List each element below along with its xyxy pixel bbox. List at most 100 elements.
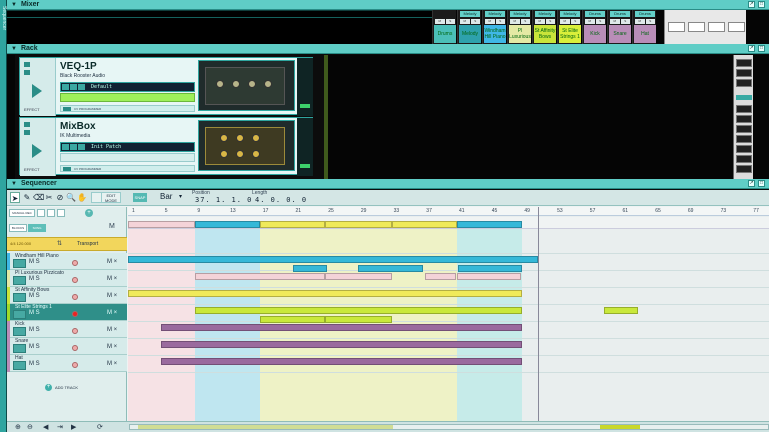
knob-icon[interactable] xyxy=(264,80,272,88)
note-clip[interactable] xyxy=(260,316,325,323)
track-header[interactable]: Windham Hill Piano M SM × xyxy=(7,253,127,270)
mixer-channel-strip[interactable]: Drums M S Snare xyxy=(607,10,631,44)
magnify-tool-icon[interactable]: 🔍 xyxy=(66,192,76,203)
note-clip[interactable] xyxy=(128,290,522,297)
cv-programmer[interactable]: CV PROGRAMMER xyxy=(60,165,195,172)
rack-navigator[interactable] xyxy=(733,55,753,179)
master-button[interactable] xyxy=(668,22,685,32)
note-clip[interactable] xyxy=(128,221,195,228)
record-enable-button[interactable] xyxy=(72,260,78,266)
master-button[interactable] xyxy=(688,22,705,32)
razor-tool-icon[interactable]: ✂ xyxy=(44,192,54,203)
mixer-channel-strip[interactable]: Drums M S Kick xyxy=(582,10,606,44)
note-clip[interactable] xyxy=(195,307,522,314)
knob-icon[interactable] xyxy=(236,150,244,158)
note-clip[interactable] xyxy=(161,324,522,331)
mute-button[interactable]: M xyxy=(560,19,570,24)
preset-next-icon[interactable] xyxy=(70,144,77,150)
device-parameter-bar[interactable] xyxy=(60,153,195,162)
track-lane-mute[interactable]: M × xyxy=(107,259,117,265)
mute-button[interactable]: M xyxy=(460,19,470,24)
note-clip[interactable] xyxy=(161,358,522,365)
track-lane-mute[interactable]: M × xyxy=(107,276,117,282)
eraser-tool-icon[interactable]: ⌫ xyxy=(33,192,44,203)
master-button[interactable] xyxy=(708,22,725,32)
loop-icon[interactable]: ⟳ xyxy=(97,423,103,431)
select-tool-icon[interactable]: ➤ xyxy=(10,192,20,203)
track-mute-solo[interactable]: M S xyxy=(29,276,40,282)
note-clip[interactable] xyxy=(161,341,522,348)
note-clip[interactable] xyxy=(195,221,260,228)
solo-button[interactable]: S xyxy=(595,19,605,24)
preset-prev-icon[interactable] xyxy=(62,84,69,90)
track-mute-solo[interactable]: M S xyxy=(29,344,40,350)
track-header[interactable]: Pl Luxurious Pizzicato M SM × xyxy=(7,270,127,287)
track-mute-solo[interactable]: M S xyxy=(29,293,40,299)
mute-tool-icon[interactable]: ⊘ xyxy=(55,192,65,203)
pencil-tool-icon[interactable]: ✎ xyxy=(22,192,32,203)
mute-button[interactable]: M xyxy=(485,19,495,24)
detach-icon[interactable]: ↗ xyxy=(748,45,755,52)
zoom-out-icon[interactable]: ⊖ xyxy=(27,423,33,431)
detach-icon[interactable]: ↗ xyxy=(748,180,755,187)
horizontal-scrollbar[interactable] xyxy=(129,424,769,430)
note-clip[interactable] xyxy=(293,265,327,272)
add-track-button[interactable]: + ADD TRACK xyxy=(45,384,105,392)
mute-button[interactable]: M xyxy=(510,19,520,24)
device-gui[interactable] xyxy=(198,60,295,111)
track-lane-mute[interactable]: M × xyxy=(107,293,117,299)
zoom-in-icon[interactable]: ⊕ xyxy=(15,423,21,431)
maximize-icon[interactable]: □ xyxy=(758,180,765,187)
track-header[interactable]: Kick M SM × xyxy=(7,321,127,338)
rewind-icon[interactable]: ◀ xyxy=(43,423,48,431)
note-clip[interactable] xyxy=(195,273,325,280)
preset-next-icon[interactable] xyxy=(70,84,77,90)
length-value[interactable]: 4. 0. 0. 0 xyxy=(255,196,307,204)
note-clip[interactable] xyxy=(458,265,522,272)
snap-dropdown-icon[interactable]: ▾ xyxy=(179,193,182,200)
snap-value-select[interactable]: Bar xyxy=(160,192,172,201)
mixer-channel-strip[interactable]: Melody M S Windham Hill Piano xyxy=(482,10,506,44)
scroll-thumb[interactable] xyxy=(600,425,640,429)
knob-icon[interactable] xyxy=(220,134,228,142)
cv-programmer[interactable]: CV PROGRAMMER xyxy=(60,105,195,112)
manual-rec-button[interactable]: MANUAL REC xyxy=(9,209,35,217)
note-clip[interactable] xyxy=(325,316,392,323)
knob-icon[interactable] xyxy=(236,134,244,142)
master-button[interactable] xyxy=(728,22,745,32)
mute-button[interactable]: M xyxy=(535,19,545,24)
note-clip[interactable] xyxy=(457,273,521,280)
solo-button[interactable]: S xyxy=(495,19,505,24)
transport-track[interactable]: 4/4 120.000 ⇅ Transport xyxy=(7,237,127,251)
record-enable-button[interactable] xyxy=(72,345,78,351)
device-gui[interactable] xyxy=(198,120,295,171)
collapse-arrow-icon[interactable]: ▼ xyxy=(11,46,17,52)
end-marker[interactable] xyxy=(538,207,539,421)
position-value[interactable]: 37. 1. 1. 0 xyxy=(195,196,252,204)
knob-icon[interactable] xyxy=(220,150,228,158)
track-header[interactable]: Snare M SM × xyxy=(7,338,127,355)
track-header[interactable]: Hat M SM × xyxy=(7,355,127,372)
maximize-icon[interactable]: □ xyxy=(758,45,765,52)
mixer-channel-strip[interactable]: Melody M S Pl Luxurious xyxy=(507,10,531,44)
solo-button[interactable]: S xyxy=(445,19,455,24)
record-enable-button[interactable] xyxy=(72,362,78,368)
record-enable-button[interactable] xyxy=(72,328,78,334)
solo-button[interactable]: S xyxy=(570,19,580,24)
record-enable-button[interactable] xyxy=(72,294,78,300)
device-mixbox[interactable]: EFFECT MixBox IK Multimedia Init Patch C… xyxy=(19,117,313,176)
collapse-arrow-icon[interactable]: ▼ xyxy=(11,2,17,8)
track-lane-mute[interactable]: M × xyxy=(107,344,117,350)
arrangement-view[interactable]: 1 5 9 13 17 21 25 29 33 37 41 45 49 53 57 61 65 69 73 77 xyxy=(128,207,769,421)
note-clip[interactable] xyxy=(604,307,638,314)
track-button[interactable] xyxy=(37,209,45,217)
track-lane-mute[interactable]: M × xyxy=(107,327,117,333)
preset-browser[interactable]: Default xyxy=(60,82,195,92)
note-clip[interactable] xyxy=(325,221,392,228)
timeline-ruler[interactable]: 1 5 9 13 17 21 25 29 33 37 41 45 49 53 57 61 65 69 73 77 xyxy=(128,207,769,216)
mixer-channel-strip[interactable]: M S Drums xyxy=(432,10,456,44)
track-button[interactable] xyxy=(47,209,55,217)
detach-icon[interactable]: ↗ xyxy=(748,1,755,8)
follow-icon[interactable]: ⇥ xyxy=(57,423,63,431)
add-icon[interactable]: + xyxy=(85,209,93,217)
